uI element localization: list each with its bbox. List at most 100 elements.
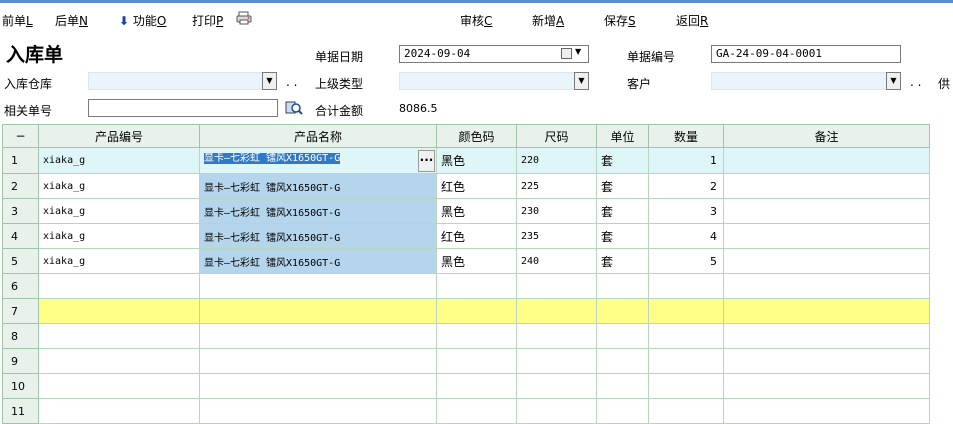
qty-cell[interactable]: 4 bbox=[648, 223, 724, 249]
product-name-cell[interactable] bbox=[199, 323, 437, 349]
table-row[interactable]: 2 xiaka_g 显卡—七彩虹 镭风X1650GT-G 红色 225 套 2 bbox=[2, 173, 930, 199]
color-cell[interactable] bbox=[436, 398, 517, 424]
new-button[interactable]: 新增A bbox=[532, 12, 564, 29]
customer-ellipsis[interactable]: . . bbox=[910, 75, 921, 89]
qty-cell[interactable]: 3 bbox=[648, 198, 724, 224]
note-cell[interactable] bbox=[723, 273, 930, 299]
qty-cell[interactable] bbox=[648, 298, 724, 324]
size-cell[interactable] bbox=[516, 298, 597, 324]
row-number[interactable]: 10 bbox=[2, 373, 39, 399]
chevron-down-icon[interactable]: ▼ bbox=[574, 72, 589, 90]
note-cell[interactable] bbox=[723, 173, 930, 199]
size-cell[interactable] bbox=[516, 273, 597, 299]
docno-field[interactable]: GA-24-09-04-0001 bbox=[711, 45, 901, 63]
product-code-cell[interactable] bbox=[38, 398, 200, 424]
calendar-icon[interactable] bbox=[561, 48, 572, 59]
color-cell[interactable] bbox=[436, 348, 517, 374]
size-cell[interactable] bbox=[516, 398, 597, 424]
column-header[interactable]: 备注 bbox=[723, 124, 930, 148]
prev-button[interactable]: 前单L bbox=[2, 12, 33, 29]
product-name-cell[interactable]: 显卡—七彩虹 镭风X1650GT-G bbox=[199, 248, 437, 274]
unit-cell[interactable] bbox=[596, 348, 649, 374]
size-cell[interactable]: 225 bbox=[516, 173, 597, 199]
grid-corner[interactable]: − bbox=[2, 124, 39, 148]
printer-icon[interactable] bbox=[236, 11, 252, 28]
magnifier-icon[interactable] bbox=[285, 100, 303, 119]
table-row[interactable]: 9 bbox=[2, 348, 930, 374]
product-name-cell[interactable] bbox=[199, 298, 437, 324]
product-code-cell[interactable] bbox=[38, 298, 200, 324]
color-cell[interactable] bbox=[436, 373, 517, 399]
product-code-cell[interactable] bbox=[38, 373, 200, 399]
note-cell[interactable] bbox=[723, 248, 930, 274]
qty-cell[interactable] bbox=[648, 273, 724, 299]
table-row[interactable]: 1 xiaka_g 显卡—七彩虹 镭风X1650GT-G 黑色 220 套 1 bbox=[2, 147, 930, 174]
qty-cell[interactable] bbox=[648, 398, 724, 424]
size-cell[interactable] bbox=[516, 348, 597, 374]
unit-cell[interactable]: 套 bbox=[596, 173, 649, 199]
product-name-cell[interactable]: 显卡—七彩虹 镭风X1650GT-G bbox=[199, 147, 437, 174]
color-cell[interactable] bbox=[436, 323, 517, 349]
product-name-cell[interactable]: 显卡—七彩虹 镭风X1650GT-G bbox=[199, 173, 437, 199]
unit-cell[interactable]: 套 bbox=[596, 248, 649, 274]
size-cell[interactable] bbox=[516, 373, 597, 399]
qty-cell[interactable]: 2 bbox=[648, 173, 724, 199]
column-header[interactable]: 颜色码 bbox=[436, 124, 517, 148]
product-code-cell[interactable]: xiaka_g bbox=[38, 223, 200, 249]
product-code-cell[interactable]: xiaka_g bbox=[38, 147, 200, 174]
note-cell[interactable] bbox=[723, 373, 930, 399]
product-code-cell[interactable] bbox=[38, 323, 200, 349]
color-cell[interactable] bbox=[436, 298, 517, 324]
color-cell[interactable]: 黑色 bbox=[436, 147, 517, 174]
color-cell[interactable]: 黑色 bbox=[436, 198, 517, 224]
row-number[interactable]: 7 bbox=[2, 298, 39, 324]
review-button[interactable]: 审核C bbox=[460, 12, 492, 29]
product-code-cell[interactable]: xiaka_g bbox=[38, 248, 200, 274]
print-button[interactable]: 打印P bbox=[192, 12, 223, 29]
unit-cell[interactable] bbox=[596, 398, 649, 424]
column-header[interactable]: 产品编号 bbox=[38, 124, 200, 148]
color-cell[interactable]: 红色 bbox=[436, 173, 517, 199]
row-number[interactable]: 5 bbox=[2, 248, 39, 274]
table-row[interactable]: 10 bbox=[2, 373, 930, 399]
parent-type-select[interactable] bbox=[399, 72, 575, 90]
row-number[interactable]: 9 bbox=[2, 348, 39, 374]
note-cell[interactable] bbox=[723, 348, 930, 374]
qty-cell[interactable]: 1 bbox=[648, 147, 724, 174]
column-header[interactable]: 单位 bbox=[596, 124, 649, 148]
product-code-cell[interactable] bbox=[38, 348, 200, 374]
color-cell[interactable] bbox=[436, 273, 517, 299]
qty-cell[interactable] bbox=[648, 373, 724, 399]
unit-cell[interactable] bbox=[596, 298, 649, 324]
unit-cell[interactable]: 套 bbox=[596, 223, 649, 249]
cell-editor-ellipsis-button[interactable]: ··· bbox=[418, 150, 435, 172]
note-cell[interactable] bbox=[723, 223, 930, 249]
row-number[interactable]: 6 bbox=[2, 273, 39, 299]
column-header[interactable]: 产品名称 bbox=[199, 124, 437, 148]
color-cell[interactable]: 红色 bbox=[436, 223, 517, 249]
related-field[interactable] bbox=[88, 99, 278, 117]
note-cell[interactable] bbox=[723, 198, 930, 224]
row-number[interactable]: 2 bbox=[2, 173, 39, 199]
product-name-cell[interactable] bbox=[199, 373, 437, 399]
table-row[interactable]: 6 bbox=[2, 273, 930, 299]
note-cell[interactable] bbox=[723, 298, 930, 324]
row-number[interactable]: 1 bbox=[2, 147, 39, 174]
product-name-cell[interactable] bbox=[199, 398, 437, 424]
table-row[interactable]: 11 bbox=[2, 398, 930, 424]
size-cell[interactable]: 230 bbox=[516, 198, 597, 224]
chevron-down-icon[interactable]: ▼ bbox=[575, 47, 581, 56]
qty-cell[interactable] bbox=[648, 348, 724, 374]
row-number[interactable]: 4 bbox=[2, 223, 39, 249]
save-button[interactable]: 保存S bbox=[604, 12, 636, 29]
customer-select[interactable] bbox=[711, 72, 887, 90]
row-number[interactable]: 3 bbox=[2, 198, 39, 224]
unit-cell[interactable]: 套 bbox=[596, 198, 649, 224]
chevron-down-icon[interactable]: ▼ bbox=[262, 72, 277, 90]
chevron-down-icon[interactable]: ▼ bbox=[886, 72, 901, 90]
product-name-cell[interactable]: 显卡—七彩虹 镭风X1650GT-G bbox=[199, 198, 437, 224]
product-code-cell[interactable]: xiaka_g bbox=[38, 173, 200, 199]
color-cell[interactable]: 黑色 bbox=[436, 248, 517, 274]
size-cell[interactable]: 235 bbox=[516, 223, 597, 249]
note-cell[interactable] bbox=[723, 323, 930, 349]
